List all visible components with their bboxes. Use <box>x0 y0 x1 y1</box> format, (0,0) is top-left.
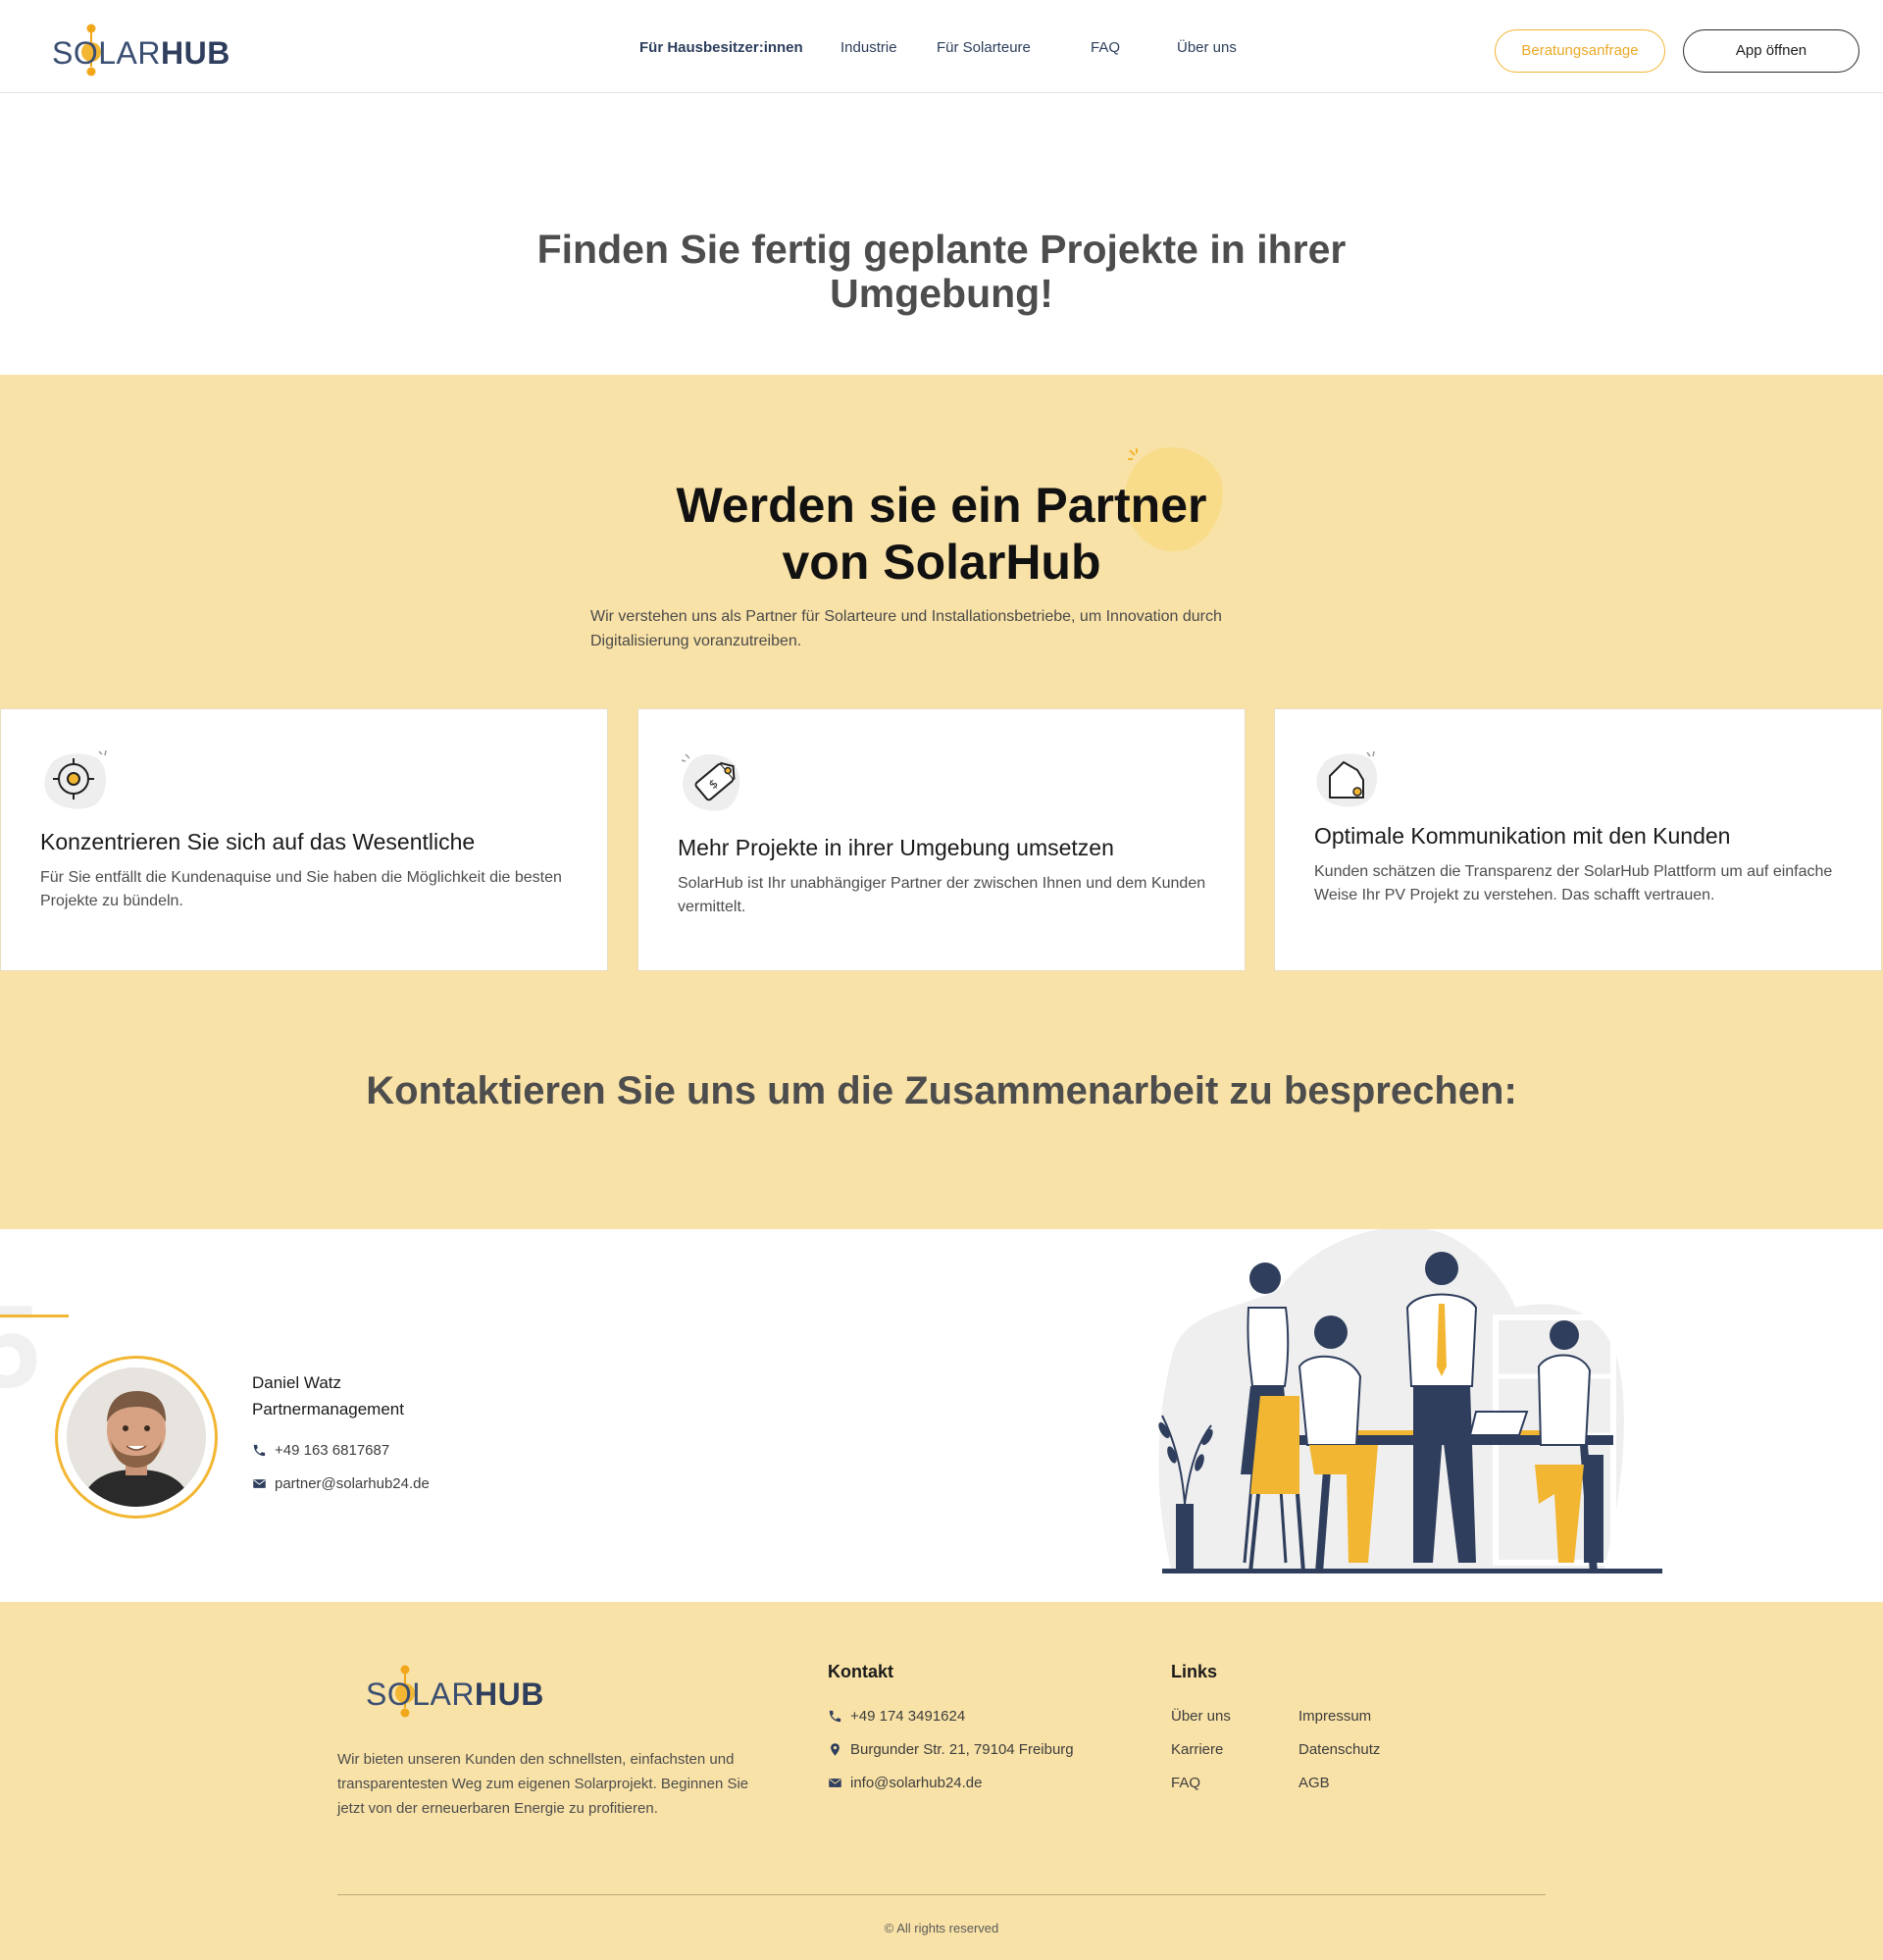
feature-card: Optimale Kommunikation mit den Kunden Ku… <box>1274 708 1882 971</box>
feature-card-text: Für Sie entfällt die Kundenaquise und Si… <box>40 869 562 909</box>
avatar <box>67 1367 206 1507</box>
footer-address-text: Burgunder Str. 21, 79104 Freiburg <box>850 1741 1074 1758</box>
location-pin-icon <box>831 1743 840 1756</box>
footer-copyright: © All rights reserved <box>884 1921 999 1935</box>
person-photo <box>67 1367 206 1507</box>
feature-card-title: Mehr Projekte in ihrer Umgebung umsetzen <box>678 835 1114 860</box>
partner-title-line2: von SolarHub <box>782 535 1101 590</box>
logo-hub: HUB <box>474 1676 544 1712</box>
team-meeting-illustration <box>1158 1229 1662 1573</box>
target-icon <box>44 749 107 809</box>
solarhub-logo[interactable]: SOLARHUB <box>51 24 229 78</box>
footer-about-text: Wir bieten unseren Kunden den schnellste… <box>337 1751 749 1817</box>
footer-links-heading: Links <box>1171 1662 1218 1681</box>
partner-title: Werden sie ein Partner von SolarHub <box>569 477 1314 591</box>
feature-card-text: SolarHub ist Ihr unabhängiger Partner de… <box>678 875 1206 915</box>
person-role: Partnermanagement <box>252 1400 404 1418</box>
hero-title: Finden Sie fertig geplante Projekte in i… <box>536 227 1347 316</box>
consultation-request-button[interactable]: Beratungsanfrage <box>1495 29 1665 73</box>
open-app-button[interactable]: App öffnen <box>1683 29 1859 73</box>
footer-phone-link[interactable]: +49 174 3491624 <box>828 1708 965 1725</box>
feature-card-title: Konzentrieren Sie sich auf das Wesentlic… <box>40 829 476 854</box>
person-email-link[interactable]: partner@solarhub24.de <box>252 1475 430 1492</box>
logo-solar: SOLAR <box>52 35 161 71</box>
footer-logo-wordmark: SOLARHUB <box>366 1676 544 1713</box>
phone-icon <box>253 1444 266 1457</box>
site-header: SOLARHUB Für Hausbesitzer:innen Industri… <box>0 0 1883 93</box>
avatar-ring <box>55 1356 218 1519</box>
phone-icon <box>829 1710 841 1723</box>
nav-solarteure[interactable]: Für Solarteure <box>937 39 1031 56</box>
contact-person-section: 5 Daniel Watz Partnermanagement +49 163 … <box>0 1229 1883 1602</box>
decorative-digit: 5 <box>0 1281 40 1413</box>
mail-icon <box>253 1479 266 1488</box>
site-footer: SOLARHUB Wir bieten unseren Kunden den s… <box>0 1602 1883 1960</box>
partner-title-line1: Werden sie ein Partner <box>676 478 1207 533</box>
person-phone: +49 163 6817687 <box>275 1442 390 1459</box>
contact-heading: Kontaktieren Sie uns um die Zusammenarbe… <box>366 1069 1517 1112</box>
logo-solar: SOLAR <box>366 1676 475 1712</box>
nav-industrie[interactable]: Industrie <box>840 39 897 56</box>
sparkle-icon <box>1128 448 1138 460</box>
decorative-line <box>0 1315 69 1317</box>
footer-phone: +49 174 3491624 <box>850 1708 966 1725</box>
price-tag-icon: $ <box>681 753 740 811</box>
footer-link-faq[interactable]: FAQ <box>1171 1775 1200 1791</box>
footer-email-link[interactable]: info@solarhub24.de <box>828 1775 983 1791</box>
footer-divider <box>337 1894 1546 1895</box>
footer-link-ueber-uns[interactable]: Über uns <box>1171 1708 1231 1725</box>
person-email: partner@solarhub24.de <box>275 1475 430 1492</box>
nav-hausbesitzer[interactable]: Für Hausbesitzer:innen <box>639 39 803 56</box>
partner-subtitle: Wir verstehen uns als Partner für Solart… <box>590 608 1222 649</box>
feature-card-title: Optimale Kommunikation mit den Kunden <box>1314 823 1731 849</box>
footer-address: Burgunder Str. 21, 79104 Freiburg <box>828 1741 1074 1758</box>
person-name: Daniel Watz <box>252 1373 342 1392</box>
nav-ueber-uns[interactable]: Über uns <box>1177 39 1237 56</box>
feature-card: Konzentrieren Sie sich auf das Wesentlic… <box>0 708 608 971</box>
footer-link-agb[interactable]: AGB <box>1298 1775 1330 1791</box>
house-icon <box>1316 750 1378 807</box>
nav-faq[interactable]: FAQ <box>1091 39 1120 56</box>
feature-card: $ Mehr Projekte in ihrer Umgebung umsetz… <box>637 708 1246 971</box>
footer-link-datenschutz[interactable]: Datenschutz <box>1298 1741 1380 1758</box>
feature-card-text: Kunden schätzen die Transparenz der Sola… <box>1314 863 1833 903</box>
footer-email: info@solarhub24.de <box>850 1775 983 1791</box>
logo-hub: HUB <box>160 35 230 71</box>
footer-link-impressum[interactable]: Impressum <box>1298 1708 1371 1725</box>
footer-contact-heading: Kontakt <box>828 1662 893 1681</box>
footer-solarhub-logo[interactable]: SOLARHUB <box>365 1665 543 1720</box>
person-phone-link[interactable]: +49 163 6817687 <box>252 1442 389 1459</box>
mail-icon <box>829 1779 841 1787</box>
footer-link-karriere[interactable]: Karriere <box>1171 1741 1223 1758</box>
logo-wordmark: SOLARHUB <box>52 35 230 72</box>
